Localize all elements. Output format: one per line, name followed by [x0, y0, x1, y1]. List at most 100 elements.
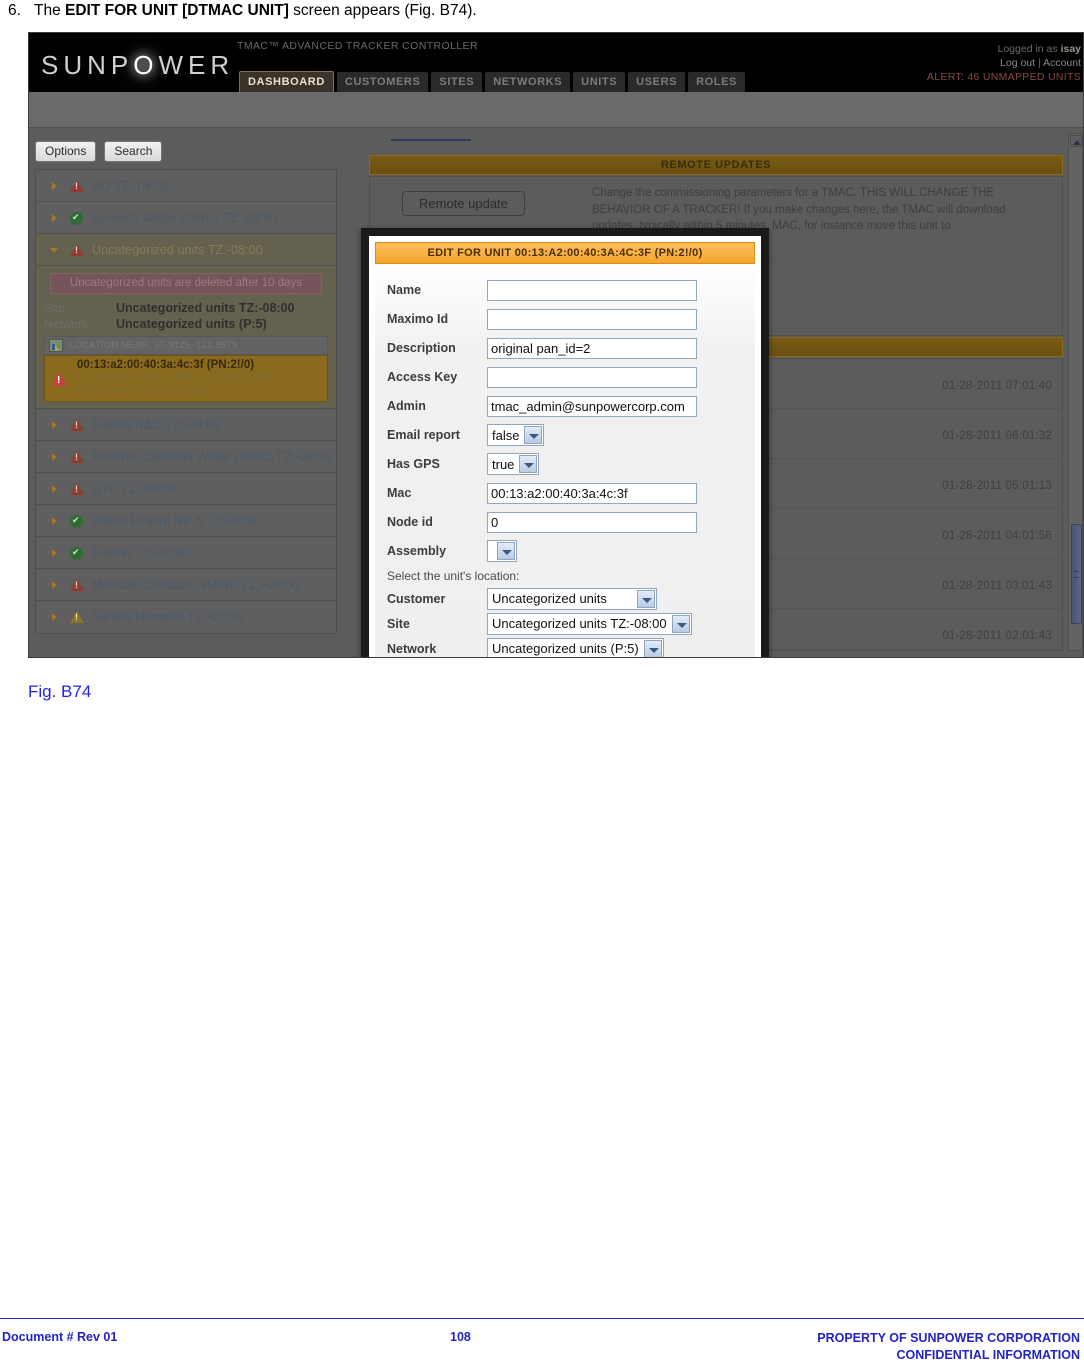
has-gps-select[interactable]: true: [487, 453, 540, 475]
scrollbar-thumb[interactable]: [1071, 524, 1082, 624]
chevron-down-icon[interactable]: [524, 426, 543, 444]
logout-link[interactable]: Log out: [1000, 57, 1035, 69]
sidebar-item-hq[interactable]: HQ TZ:-08:00: [36, 170, 336, 202]
field-row-has-gps: Has GPS true: [387, 452, 755, 476]
name-input[interactable]: [487, 279, 697, 301]
field-label: Site: [387, 616, 410, 631]
sidebar-item-uncategorized-units[interactable]: Uncategorized units TZ:-08:00: [36, 234, 336, 266]
error-icon: [70, 449, 85, 464]
chevron-right-icon[interactable]: [52, 182, 57, 190]
tab-customers[interactable]: CUSTOMERS: [336, 72, 429, 93]
chevron-right-icon[interactable]: [52, 214, 57, 222]
footer-property-line: PROPERTY OF SUNPOWER CORPORATION: [817, 1331, 1080, 1345]
tab-users[interactable]: USERS: [628, 72, 686, 93]
footer-divider: [0, 1318, 1084, 1319]
error-icon: [70, 577, 85, 592]
maximo-id-input[interactable]: [487, 308, 697, 330]
tab-sites[interactable]: SITES: [431, 72, 483, 93]
chevron-down-icon[interactable]: [643, 639, 662, 657]
remote-update-button[interactable]: Remote update: [402, 191, 525, 216]
sidebar-item-label: Montalto Centauro 9MWP TZ:+01:00: [92, 577, 300, 592]
sidebar-item-sandia-hammer[interactable]: Sandia Hammer TZ:-07:00: [36, 601, 336, 633]
sidebar-item-montalto-centauro-9mwp[interactable]: Montalto Centauro 9MWP TZ:+01:00: [36, 569, 336, 601]
site-tree: HQ TZ:-08:00 Sonoma Water District TZ:-0…: [35, 169, 337, 634]
sidebar-item-inland-empire-rp-5[interactable]: Inland Empire RP-5 TZ:-08:00: [36, 505, 336, 537]
username: isay: [1060, 43, 1081, 55]
field-label: Name: [387, 283, 422, 297]
site-value: Uncategorized units TZ:-08:00: [116, 301, 295, 315]
field-label: Customer: [387, 591, 446, 606]
email-report-select[interactable]: false: [487, 424, 545, 446]
account-links: Log out | Account: [1000, 57, 1081, 69]
field-label: Network: [387, 641, 437, 656]
chevron-down-icon[interactable]: [50, 248, 58, 253]
tab-roles[interactable]: ROLES: [688, 72, 745, 93]
node-id-input[interactable]: [487, 511, 697, 533]
customer-select[interactable]: Uncategorized units: [487, 587, 657, 610]
log-timestamp: 01-28-2011 05:01:13: [942, 480, 1052, 492]
selected-unit-row[interactable]: 00:13:a2:00:40:3a:4c:3f (PN:2!/0) Error:…: [44, 355, 328, 402]
sidebar: Options Search HQ TZ:-08:00 Sonoma Water…: [35, 141, 337, 634]
site-row: Site: Uncategorized units TZ:-08:00: [44, 301, 328, 315]
chevron-right-icon[interactable]: [52, 549, 57, 557]
account-link[interactable]: Account: [1043, 57, 1081, 69]
step-text-before: The: [34, 2, 66, 19]
field-label: Has GPS: [387, 457, 440, 471]
scroll-up-icon[interactable]: [1070, 135, 1082, 147]
field-label: Assembly: [387, 544, 447, 558]
field-label: Description: [387, 341, 456, 355]
sidebar-item-sonoma-water-district[interactable]: Sonoma Water District TZ:-08:00: [36, 202, 336, 234]
select-value: Uncategorized units: [492, 591, 607, 606]
figure-caption: Fig. B74: [28, 682, 92, 701]
field-label: Mac: [387, 486, 412, 500]
assembly-select[interactable]: [487, 540, 517, 562]
dialog-title: EDIT FOR UNIT 00:13:A2:00:40:3A:4C:3F (P…: [375, 242, 755, 264]
search-button[interactable]: Search: [104, 141, 163, 162]
field-row-network: Network Uncategorized units (P:5): [387, 637, 755, 657]
warning-icon: [70, 609, 85, 624]
tab-units[interactable]: UNITS: [573, 72, 626, 93]
sidebar-item-label: HQ TZ:-08:00: [92, 178, 170, 193]
uncategorized-detail-panel: Uncategorized units are deleted after 10…: [36, 266, 336, 409]
chevron-right-icon[interactable]: [52, 421, 57, 429]
field-label: Access Key: [387, 370, 458, 384]
mac-input[interactable]: [487, 482, 697, 504]
field-label: Node id: [387, 515, 433, 529]
sidebar-item-label: Uncategorized units TZ:-08:00: [92, 242, 263, 257]
sidebar-item-exelon[interactable]: Exelon TZ:-06:00: [36, 537, 336, 569]
step-number: 6.: [8, 2, 21, 19]
select-value: true: [492, 456, 515, 472]
vertical-scrollbar[interactable]: [1068, 133, 1083, 651]
network-select[interactable]: Uncategorized units (P:5): [487, 637, 664, 657]
field-row-assembly: Assembly: [387, 539, 755, 563]
ok-check-icon: [70, 545, 85, 560]
tab-networks[interactable]: NETWORKS: [485, 72, 571, 93]
field-row-description: Description: [387, 336, 755, 360]
sidebar-item-elverta-rd[interactable]: Elverta R&D TZ:-08:00: [36, 409, 336, 441]
description-input[interactable]: [487, 337, 697, 359]
unmapped-units-alert[interactable]: ALERT: 46 UNMAPPED UNITS: [927, 70, 1081, 84]
admin-input[interactable]: [487, 395, 697, 417]
field-label: Admin: [387, 399, 426, 413]
chevron-down-icon[interactable]: [671, 614, 690, 633]
location-row[interactable]: LOCATION NEAR: 37.9125,-122.3579: [44, 336, 328, 355]
chevron-right-icon[interactable]: [52, 517, 57, 525]
chevron-right-icon[interactable]: [52, 485, 57, 493]
field-row-customer: Customer Uncategorized units: [387, 587, 755, 610]
chevron-down-icon[interactable]: [637, 589, 655, 608]
logged-in-line: Logged in as isay: [997, 43, 1082, 55]
select-value: Uncategorized units TZ:-08:00: [492, 616, 667, 631]
chevron-right-icon[interactable]: [52, 453, 57, 461]
chevron-right-icon[interactable]: [52, 581, 57, 589]
sidebar-item-rancho-california-water-district[interactable]: Rancho California Water District TZ:-08:…: [36, 441, 336, 473]
chevron-right-icon[interactable]: [52, 613, 57, 621]
options-button[interactable]: Options: [35, 141, 97, 162]
tab-dashboard[interactable]: DASHBOARD: [239, 71, 334, 93]
site-select[interactable]: Uncategorized units TZ:-08:00: [487, 612, 692, 635]
chevron-down-icon[interactable]: [519, 455, 538, 473]
footer-confidential-line: CONFIDENTIAL INFORMATION: [896, 1348, 1080, 1362]
log-timestamp: 01-28-2011 07:01:40: [942, 380, 1052, 392]
access-key-input[interactable]: [487, 366, 697, 388]
sidebar-item-qtp[interactable]: QTP TZ:-08:00: [36, 473, 336, 505]
chevron-down-icon[interactable]: [497, 542, 515, 560]
